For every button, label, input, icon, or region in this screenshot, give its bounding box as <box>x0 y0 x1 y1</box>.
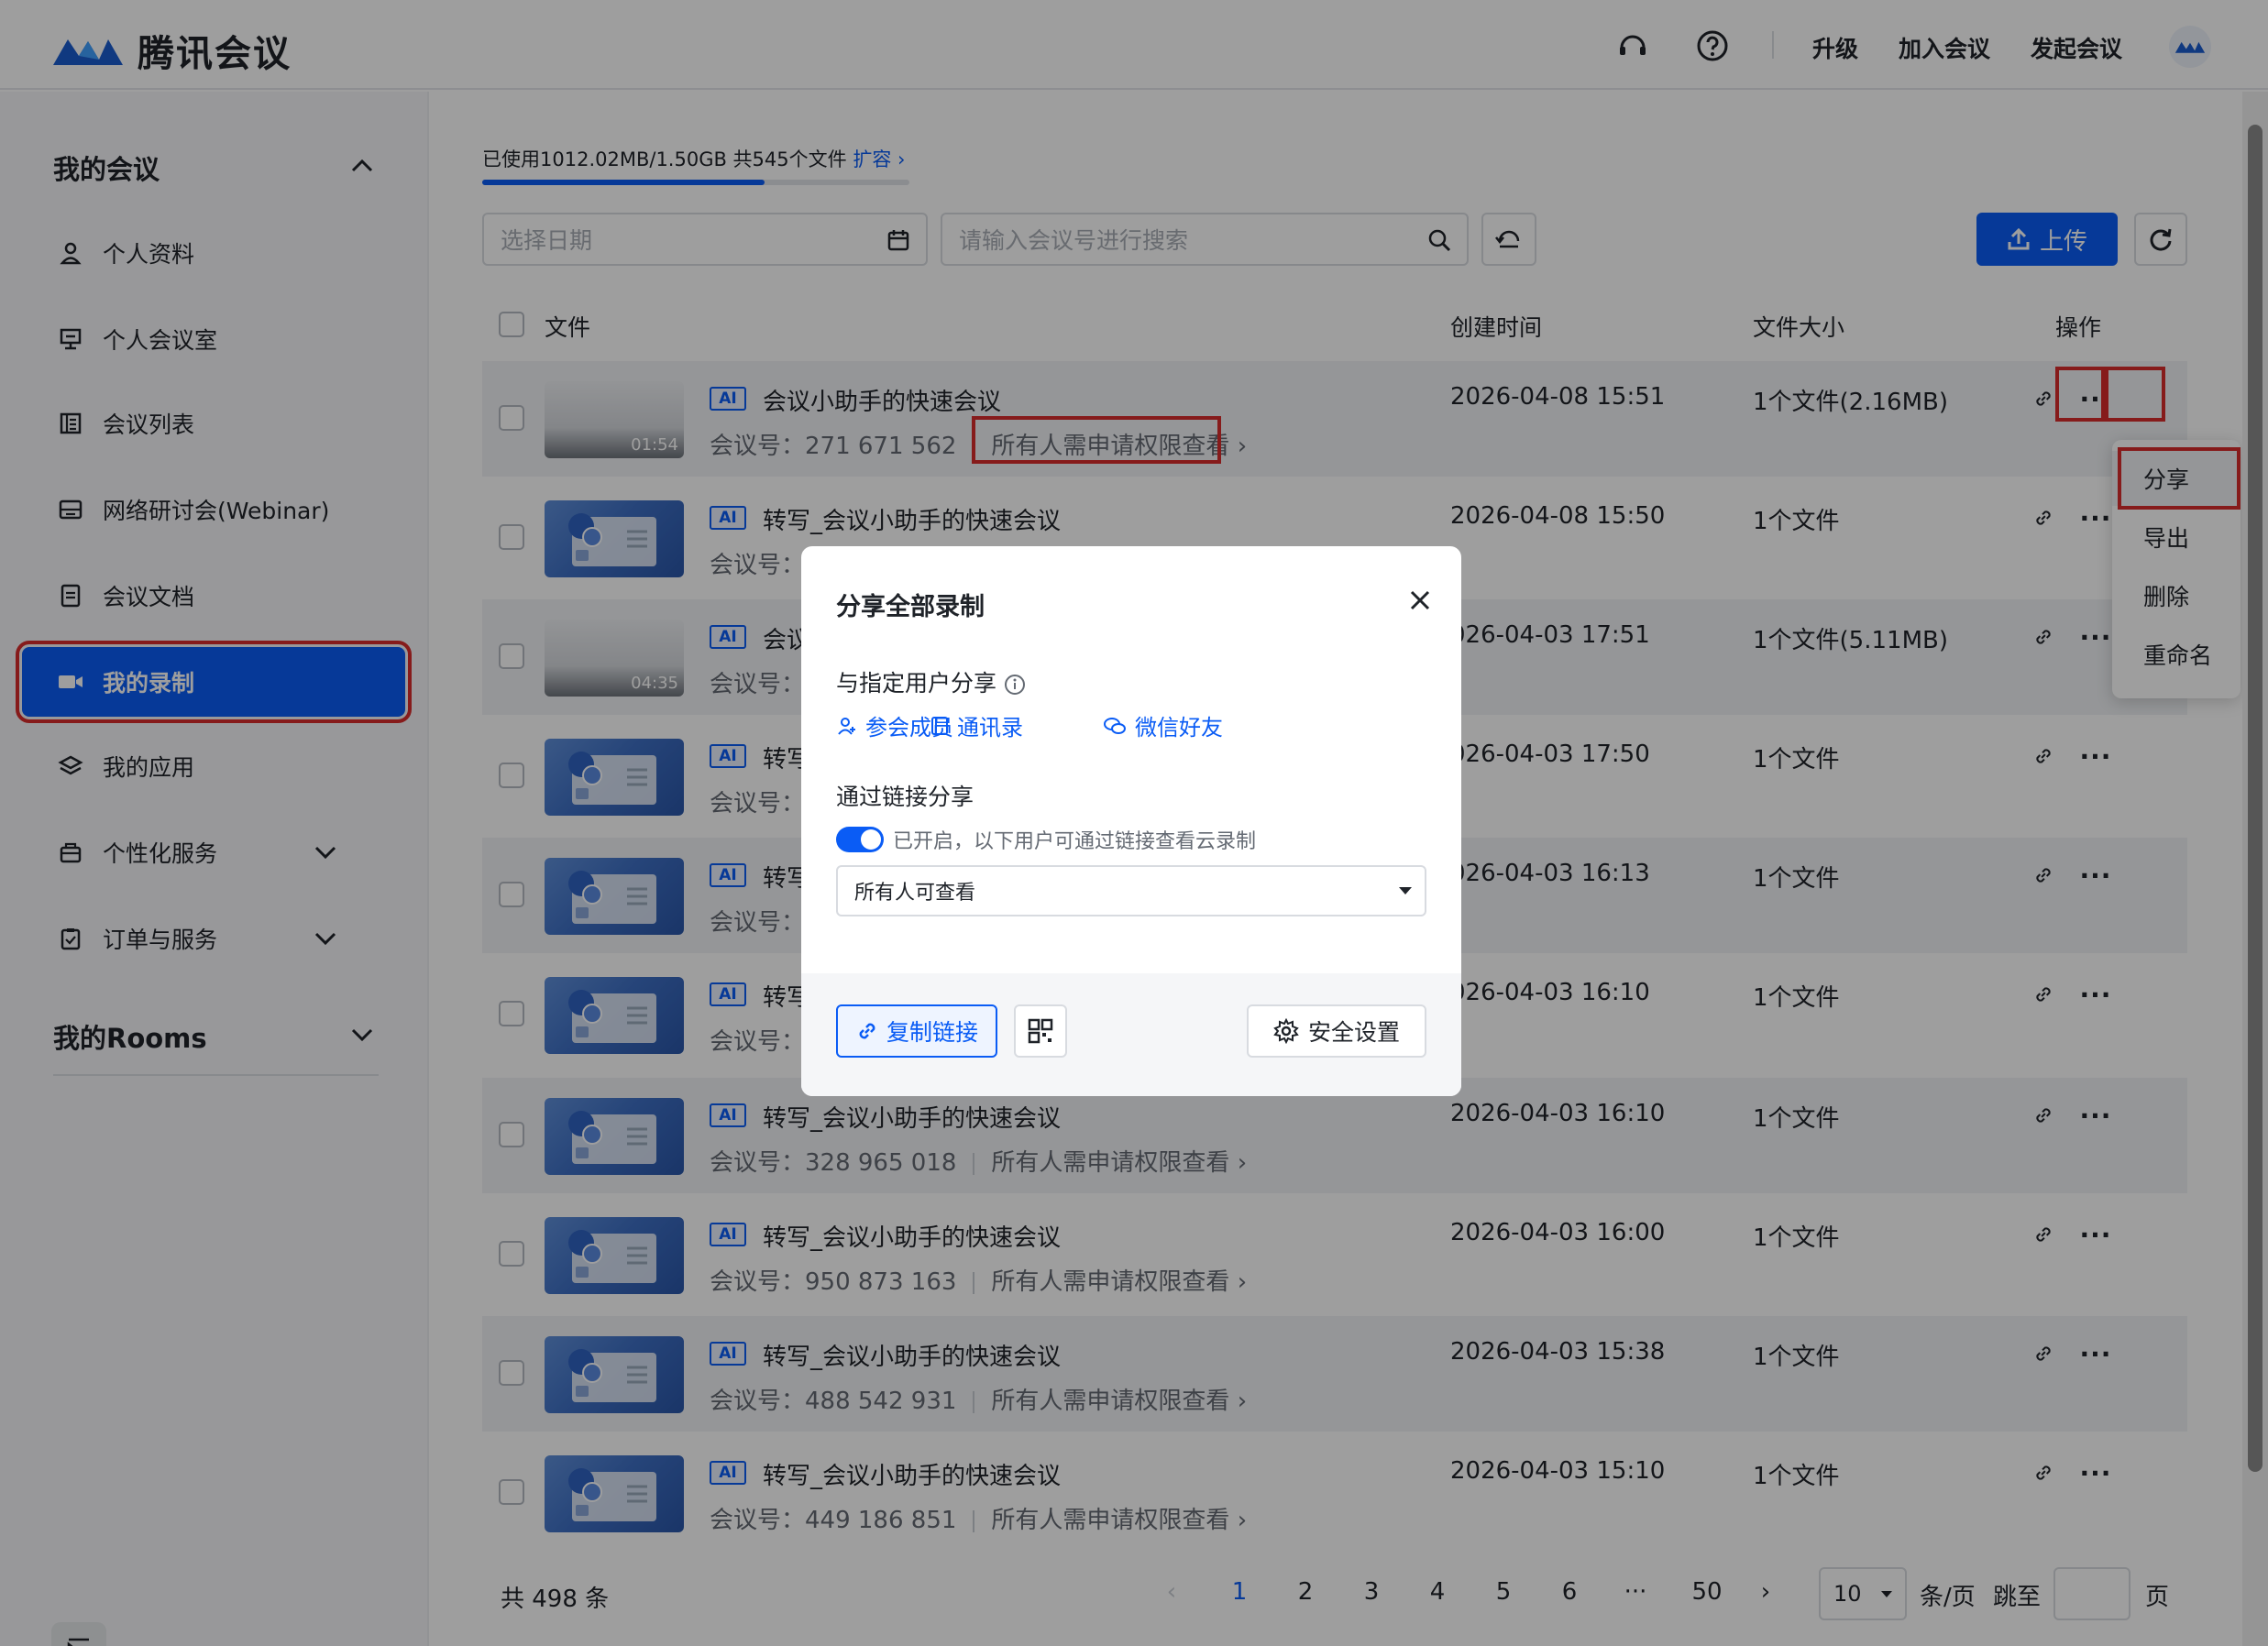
link-share-toggle[interactable] <box>836 827 884 852</box>
copy-link-button[interactable]: 复制链接 <box>836 1004 997 1058</box>
share-wechat-option[interactable]: 微信好友 <box>1102 709 1223 741</box>
copy-link-label: 复制链接 <box>886 1019 978 1046</box>
security-settings-button[interactable]: 安全设置 <box>1247 1004 1426 1058</box>
permission-value: 所有人可查看 <box>854 882 976 905</box>
wechat-label: 微信好友 <box>1135 715 1223 741</box>
info-icon[interactable] <box>1004 674 1026 696</box>
link-share-label: 通过链接分享 <box>836 784 974 810</box>
dialog-title: 分享全部录制 <box>836 593 985 621</box>
qr-code-button[interactable] <box>1014 1004 1067 1058</box>
specific-share-text: 与指定用户分享 <box>836 670 997 697</box>
wechat-icon <box>1102 715 1128 737</box>
qr-code-icon <box>1027 1017 1054 1045</box>
security-label: 安全设置 <box>1307 1019 1400 1046</box>
gear-icon <box>1273 1018 1299 1044</box>
dialog-footer: 复制链接 安全设置 <box>801 973 1461 1096</box>
toggle-knob <box>861 829 881 850</box>
participants-icon <box>836 715 858 737</box>
link-share-status: 已开启，以下用户可通过链接查看云录制 <box>893 830 1257 853</box>
specific-share-label: 与指定用户分享 <box>836 665 1026 698</box>
share-contacts-option[interactable]: 通讯录 <box>930 709 1023 741</box>
caret-down-icon <box>1399 887 1412 894</box>
permission-select[interactable]: 所有人可查看 <box>836 865 1426 916</box>
link-icon <box>855 1019 879 1043</box>
contacts-icon <box>930 715 950 737</box>
close-icon[interactable] <box>1404 585 1436 616</box>
share-dialog: 分享全部录制 与指定用户分享 参会成员 通讯录 微信好友 通过链接分享 已开启，… <box>801 546 1461 1096</box>
contacts-label: 通讯录 <box>957 715 1023 741</box>
